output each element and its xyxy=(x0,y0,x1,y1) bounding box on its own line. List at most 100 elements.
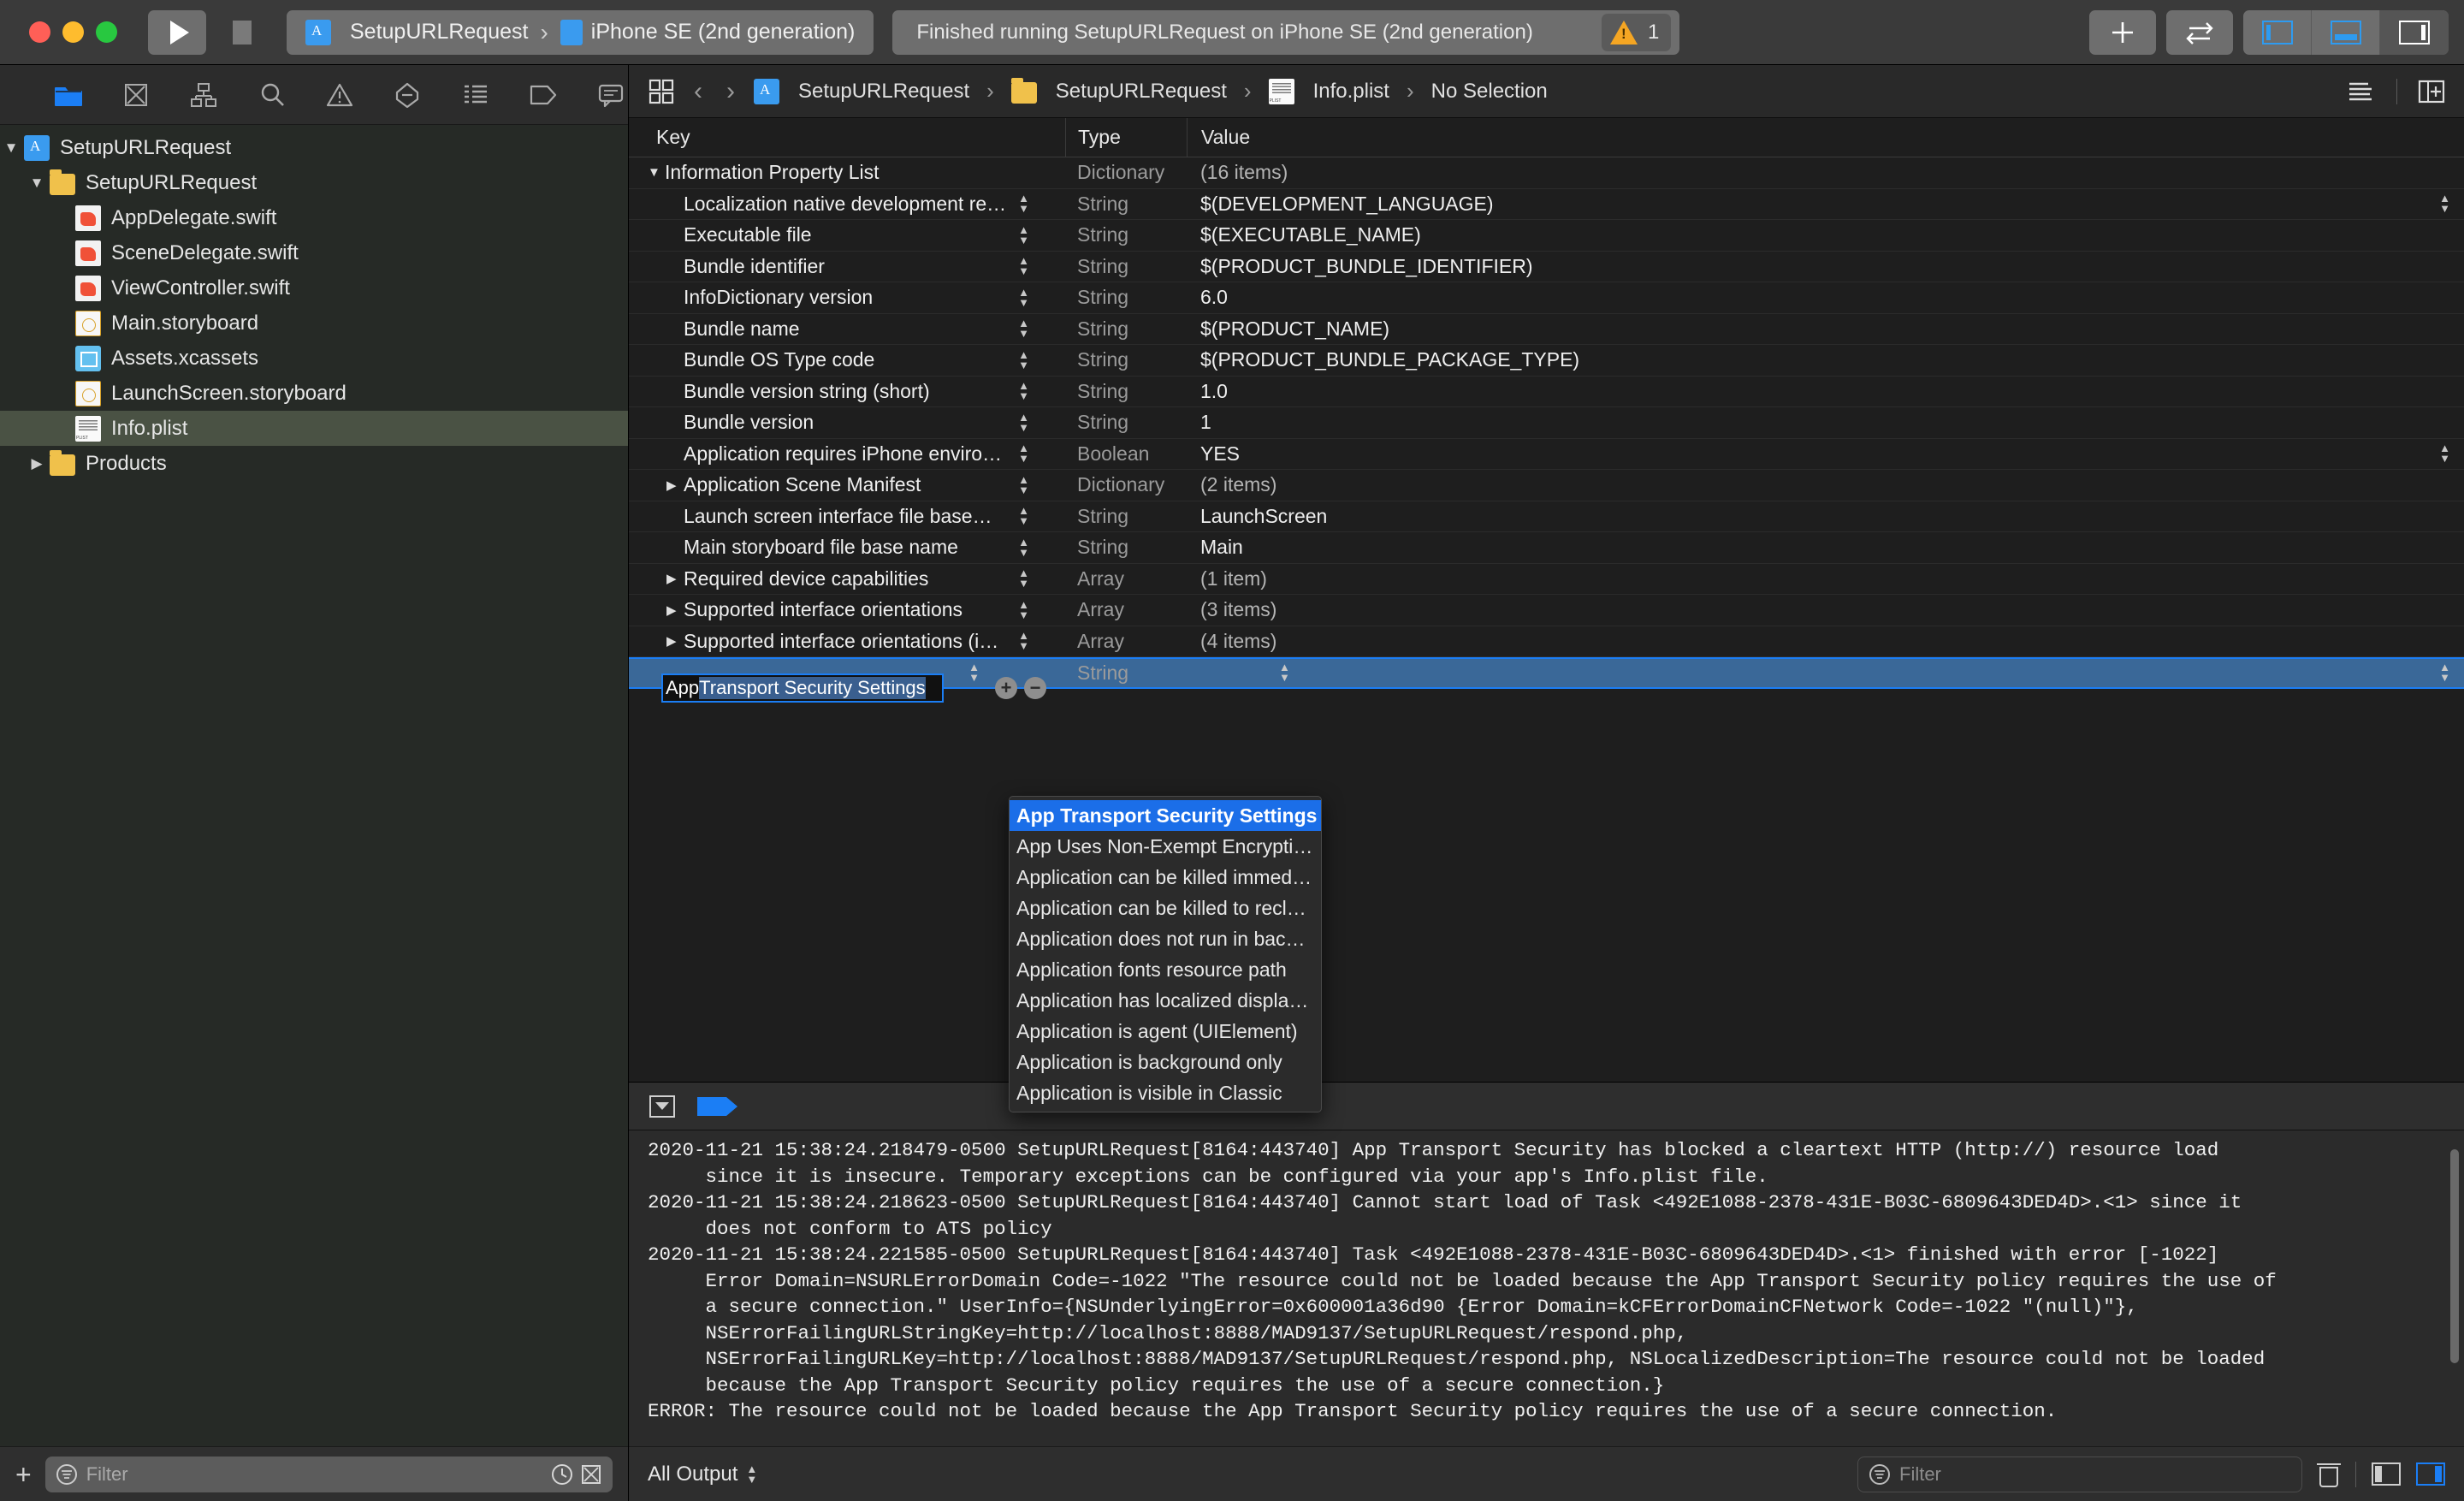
row-stepper[interactable]: ▲ ▼ xyxy=(1018,474,1029,495)
plist-row[interactable]: Main storyboard file base name ▲ ▼ String Ma… xyxy=(629,532,2464,564)
plist-row[interactable]: Localization native development re… ▲ ▼ Str… xyxy=(629,189,2464,220)
clock-icon[interactable] xyxy=(551,1463,573,1486)
navigator-tab-find[interactable] xyxy=(255,78,288,112)
row-stepper[interactable]: ▲ ▼ xyxy=(1018,380,1029,401)
row-stepper[interactable]: ▲ ▼ xyxy=(1018,599,1029,620)
plist-row[interactable]: InfoDictionary version ▲ ▼ String 6.0 xyxy=(629,282,2464,314)
project-navigator-tree[interactable]: ▼ SetupURLRequest ▼ SetupURLRequest AppDeleg… xyxy=(0,125,628,1446)
row-stepper[interactable]: ▲ ▼ xyxy=(1018,193,1029,214)
plist-value-cell[interactable]: Main xyxy=(1187,536,2464,559)
run-button[interactable] xyxy=(148,9,206,55)
plist-key-cell[interactable]: ▼ Information Property List xyxy=(629,161,1065,184)
plist-value-cell[interactable]: $(EXECUTABLE_NAME) xyxy=(1187,223,2464,246)
navigator-tab-tags[interactable] xyxy=(526,78,560,112)
plist-type-cell[interactable]: String xyxy=(1065,411,1187,434)
console-scope-selector[interactable]: All Output ▲ ▼ xyxy=(648,1462,757,1486)
disclosure-down-icon[interactable] xyxy=(649,1095,675,1118)
breadcrumb-item-group[interactable]: SetupURLRequest xyxy=(1010,77,1227,104)
plist-value-cell[interactable]: 1 xyxy=(1187,411,2464,434)
breadcrumb-item-selection[interactable]: No Selection xyxy=(1431,80,1548,104)
plist-row[interactable]: ▶ Supported interface orientations (i… ▲ ▼ A… xyxy=(629,626,2464,657)
plist-value-cell[interactable]: $(PRODUCT_BUNDLE_IDENTIFIER) xyxy=(1187,255,2464,278)
tree-item-main-storyboard[interactable]: Main.storyboard xyxy=(0,306,628,341)
plist-type-cell[interactable]: String xyxy=(1065,536,1187,559)
disclosure-triangle-icon[interactable]: ▼ xyxy=(648,165,665,180)
plist-key-cell[interactable]: InfoDictionary version ▲ ▼ xyxy=(629,286,1065,309)
plist-key-cell[interactable]: Localization native development re… ▲ ▼ xyxy=(629,193,1065,216)
row-stepper[interactable]: ▲ ▼ xyxy=(1018,442,1029,464)
navigator-tab-project[interactable] xyxy=(51,78,85,112)
plist-key-cell[interactable]: Bundle OS Type code ▲ ▼ xyxy=(629,348,1065,371)
row-stepper[interactable]: ▲ ▼ xyxy=(1018,224,1029,246)
plist-row[interactable]: Bundle OS Type code ▲ ▼ String $(PRODUCT_BUN… xyxy=(629,345,2464,377)
row-stepper[interactable]: ▲ ▼ xyxy=(1018,255,1029,276)
disclosure-triangle-icon[interactable]: ▶ xyxy=(666,633,684,649)
plist-type-cell[interactable]: String xyxy=(1065,255,1187,278)
plist-key-cell[interactable]: Main storyboard file base name ▲ ▼ xyxy=(629,536,1065,559)
plist-row[interactable]: Bundle identifier ▲ ▼ String $(PRODUCT_BUNDL… xyxy=(629,252,2464,282)
tree-item-scenedelegate-swift[interactable]: SceneDelegate.swift xyxy=(0,235,628,270)
add-file-button[interactable]: + xyxy=(15,1461,32,1488)
column-header-key[interactable]: Key xyxy=(629,126,1065,149)
breadcrumb-item-file[interactable]: Info.plist xyxy=(1268,78,1389,104)
plist-row[interactable]: Bundle version ▲ ▼ String 1 xyxy=(629,407,2464,439)
plist-type-cell[interactable]: String xyxy=(1065,380,1187,403)
navigate-forward-button[interactable]: › xyxy=(721,77,740,106)
plist-key-cell[interactable]: ▶ Supported interface orientations (i… ▲ ▼ xyxy=(629,630,1065,653)
dropdown-item[interactable]: Application does not run in bac… xyxy=(1010,923,1321,954)
dropdown-item[interactable]: Application is agent (UIElement) xyxy=(1010,1016,1321,1047)
value-stepper[interactable]: ▲ ▼ xyxy=(2439,193,2450,214)
plist-type-cell[interactable]: Array xyxy=(1065,598,1187,621)
close-window-button[interactable] xyxy=(29,21,50,43)
navigator-tab-hierarchy[interactable] xyxy=(187,78,221,112)
row-stepper[interactable]: ▲ ▼ xyxy=(968,662,980,683)
plist-type-cell[interactable]: Array xyxy=(1065,567,1187,590)
disclosure-triangle-icon[interactable]: ▶ xyxy=(666,478,684,493)
source-control-filter-icon[interactable] xyxy=(580,1463,602,1486)
dropdown-item[interactable]: Application can be killed to recl… xyxy=(1010,893,1321,923)
plist-row[interactable]: ▼ Information Property List Dictionary (16 … xyxy=(629,157,2464,189)
disclosure-triangle-icon[interactable]: ▶ xyxy=(666,571,684,586)
dropdown-item[interactable]: Application can be killed immed… xyxy=(1010,862,1321,893)
remove-row-button[interactable]: − xyxy=(1024,677,1046,700)
plist-type-cell[interactable]: String xyxy=(1065,348,1187,371)
column-header-type[interactable]: Type xyxy=(1065,118,1187,157)
plist-key-cell[interactable]: Bundle identifier ▲ ▼ xyxy=(629,255,1065,278)
disclosure-triangle-icon[interactable]: ▼ xyxy=(26,175,48,192)
plist-type-cell[interactable]: Dictionary xyxy=(1065,473,1187,496)
plist-key-cell[interactable]: ▶ Application Scene Manifest ▲ ▼ xyxy=(629,473,1065,496)
add-button[interactable] xyxy=(2089,9,2156,55)
scheme-selector[interactable]: SetupURLRequest › iPhone SE (2nd generat… xyxy=(287,9,874,55)
tree-item-appdelegate-swift[interactable]: AppDelegate.swift xyxy=(0,200,628,235)
plist-type-cell[interactable]: Boolean xyxy=(1065,442,1187,466)
console-filter-input[interactable]: Filter xyxy=(1857,1456,2302,1492)
plist-value-cell[interactable]: (3 items) xyxy=(1187,598,2464,621)
toggle-inspector-button[interactable] xyxy=(2380,9,2449,55)
plist-type-cell[interactable]: String xyxy=(1065,505,1187,528)
plist-key-cell[interactable]: ▶ Required device capabilities ▲ ▼ xyxy=(629,567,1065,590)
row-stepper[interactable]: ▲ ▼ xyxy=(1018,412,1029,433)
plist-type-cell[interactable]: String xyxy=(1065,193,1187,216)
row-stepper[interactable]: ▲ ▼ xyxy=(1018,537,1029,558)
row-stepper[interactable]: ▲ ▼ xyxy=(1018,287,1029,308)
plist-value-cell[interactable]: LaunchScreen xyxy=(1187,505,2464,528)
navigator-tab-issues[interactable] xyxy=(323,78,356,112)
plist-value-cell[interactable]: (2 items) xyxy=(1187,473,2464,496)
dropdown-item[interactable]: App Transport Security Settings xyxy=(1010,800,1321,831)
plist-value-cell[interactable]: (16 items) xyxy=(1187,161,2464,184)
navigate-back-button[interactable]: ‹ xyxy=(689,77,708,106)
tree-item-launchscreen-storyboard[interactable]: LaunchScreen.storyboard xyxy=(0,376,628,411)
plist-key-cell[interactable]: Bundle version ▲ ▼ xyxy=(629,411,1065,434)
trash-icon[interactable] xyxy=(2317,1462,2341,1487)
navigator-tab-reports[interactable] xyxy=(459,78,492,112)
navigator-tab-source-control[interactable] xyxy=(119,78,152,112)
dropdown-item[interactable]: Application has localized displa… xyxy=(1010,985,1321,1016)
plist-key-cell[interactable]: ▶ Supported interface orientations ▲ ▼ xyxy=(629,598,1065,621)
status-badge[interactable]: 1 xyxy=(1601,13,1672,51)
plist-row[interactable]: Bundle version string (short) ▲ ▼ String 1.0 xyxy=(629,377,2464,407)
plist-value-cell[interactable]: (4 items) xyxy=(1187,630,2464,653)
toggle-debug-area-button[interactable] xyxy=(2312,9,2380,55)
swap-editor-button[interactable] xyxy=(2166,9,2233,55)
zoom-window-button[interactable] xyxy=(96,21,117,43)
plist-value-cell[interactable]: $(PRODUCT_NAME) xyxy=(1187,317,2464,341)
